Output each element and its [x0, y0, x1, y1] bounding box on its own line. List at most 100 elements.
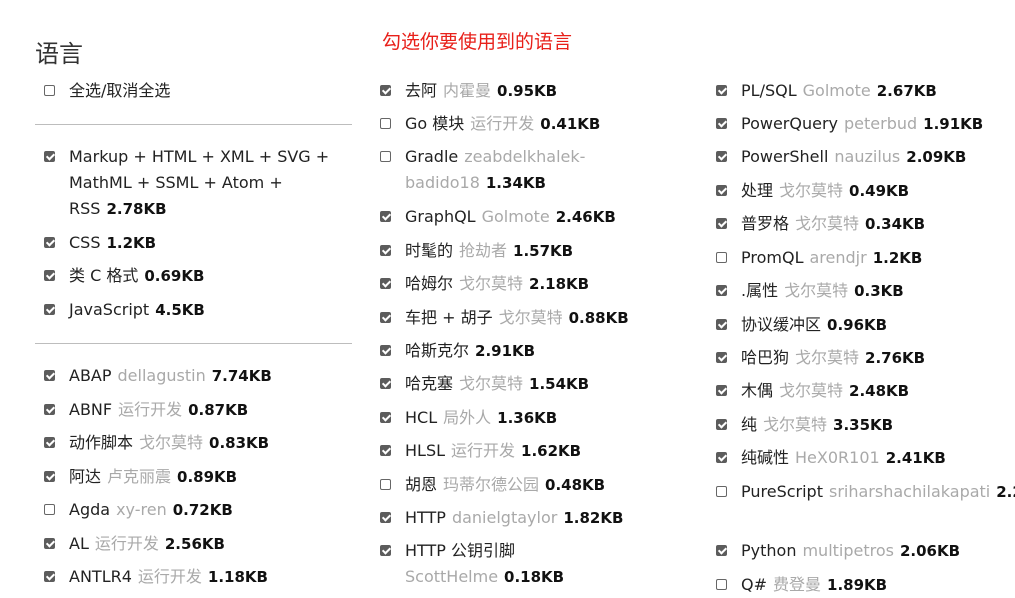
language-checkbox[interactable] [44, 237, 55, 248]
language-option[interactable]: 普罗格 戈尔莫特 0.34KB [716, 211, 925, 237]
language-option[interactable]: HTTP 公钥引脚 ScottHelme 0.18KB [380, 538, 580, 590]
select-all-row[interactable]: 全选/取消全选 [44, 78, 176, 104]
language-author: 戈尔莫特 [459, 274, 524, 293]
language-checkbox[interactable] [44, 370, 55, 381]
language-checkbox[interactable] [380, 118, 391, 129]
language-checkbox[interactable] [716, 151, 727, 162]
language-option[interactable]: 时髦的 抢劫者 1.57KB [380, 238, 573, 264]
language-option[interactable]: 处理 戈尔莫特 0.49KB [716, 178, 909, 204]
language-checkbox[interactable] [716, 385, 727, 396]
language-option[interactable]: 纯戈尔莫特 3.35KB [716, 412, 893, 438]
language-option[interactable]: Python multipetros 2.06KB [716, 538, 960, 564]
language-checkbox[interactable] [716, 218, 727, 229]
language-option[interactable]: .属性 戈尔莫特 0.3KB [716, 278, 904, 304]
language-checkbox[interactable] [716, 352, 727, 363]
language-option[interactable]: AL 运行开发 2.56KB [44, 531, 225, 557]
language-option[interactable]: PromQL arendjr 1.2KB [716, 245, 922, 271]
language-checkbox[interactable] [380, 312, 391, 323]
language-option[interactable]: 哈巴狗 戈尔莫特 2.76KB [716, 345, 925, 371]
select-all-checkbox[interactable] [44, 85, 55, 96]
language-option[interactable]: PL/SQL Golmote 2.67KB [716, 78, 937, 104]
language-option[interactable]: ABNF 运行开发 0.87KB [44, 397, 248, 423]
language-author: xy-ren [116, 500, 167, 519]
language-option[interactable]: 动作脚本 戈尔莫特 0.83KB [44, 430, 269, 456]
language-option[interactable]: CSS 1.2KB [44, 230, 156, 256]
language-option[interactable]: GraphQL Golmote 2.46KB [380, 204, 616, 230]
language-checkbox[interactable] [716, 185, 727, 196]
language-checkbox[interactable] [380, 345, 391, 356]
language-checkbox[interactable] [716, 579, 727, 590]
language-text: 时髦的 抢劫者 1.57KB [405, 238, 573, 264]
language-checkbox[interactable] [380, 545, 391, 556]
language-option[interactable]: HTTP danielgtaylor 1.82KB [380, 505, 623, 531]
language-name: 时髦的 [405, 241, 454, 260]
language-option[interactable]: PowerShell nauzilus 2.09KB [716, 144, 966, 170]
language-option[interactable]: 去阿 内霍曼 0.95KB [380, 78, 557, 104]
language-name: 纯 [741, 415, 758, 434]
language-name: 哈姆尔 [405, 274, 454, 293]
language-option[interactable]: 木偶 戈尔莫特 2.48KB [716, 378, 909, 404]
language-checkbox[interactable] [380, 245, 391, 256]
language-option[interactable]: PowerQuery peterbud 1.91KB [716, 111, 983, 137]
language-checkbox[interactable] [380, 479, 391, 490]
language-checkbox[interactable] [380, 151, 391, 162]
language-checkbox[interactable] [380, 412, 391, 423]
language-option[interactable]: 协议缓冲区 0.96KB [716, 312, 887, 338]
language-checkbox[interactable] [716, 85, 727, 96]
language-author: 运行开发 [94, 533, 159, 553]
language-checkbox[interactable] [380, 512, 391, 523]
language-text: 阿达 卢克丽震 0.89KB [69, 464, 237, 490]
language-checkbox[interactable] [716, 452, 727, 463]
language-checkbox[interactable] [44, 437, 55, 448]
language-checkbox[interactable] [380, 211, 391, 222]
language-name: GraphQL [405, 207, 476, 226]
language-option[interactable]: 胡恩 玛蒂尔德公园 0.48KB [380, 472, 605, 498]
language-checkbox[interactable] [716, 319, 727, 330]
language-option[interactable]: 车把 + 胡子 戈尔莫特 0.88KB [380, 305, 629, 331]
language-option[interactable]: Agda xy-ren 0.72KB [44, 497, 233, 523]
language-option[interactable]: HLSL 运行开发 1.62KB [380, 438, 581, 464]
language-checkbox[interactable] [716, 486, 727, 497]
language-name: HLSL [405, 441, 446, 460]
language-option[interactable]: HCL 局外人 1.36KB [380, 405, 557, 431]
language-checkbox[interactable] [44, 151, 55, 162]
language-option[interactable]: 类 C 格式 0.69KB [44, 263, 204, 289]
language-checkbox[interactable] [716, 285, 727, 296]
language-option[interactable]: 哈姆尔 戈尔莫特 2.18KB [380, 271, 589, 297]
language-checkbox[interactable] [44, 304, 55, 315]
language-checkbox[interactable] [44, 571, 55, 582]
language-checkbox[interactable] [380, 85, 391, 96]
language-option[interactable]: ANTLR4 运行开发 1.18KB [44, 564, 268, 590]
language-size: 4.5KB [155, 301, 205, 319]
language-option[interactable]: 阿达 卢克丽震 0.89KB [44, 464, 237, 490]
language-checkbox[interactable] [380, 278, 391, 289]
language-option[interactable]: Gradle zeabdelkhalek-badido18 1.34KB [380, 144, 600, 196]
language-size: 0.3KB [854, 282, 904, 300]
language-checkbox[interactable] [44, 403, 55, 415]
language-text: 车把 + 胡子 戈尔莫特 0.88KB [405, 305, 629, 331]
language-option[interactable]: ABAP dellagustin 7.74KB [44, 363, 272, 389]
language-option[interactable]: 哈斯克尔 2.91KB [380, 338, 535, 364]
language-name: PowerQuery [741, 114, 838, 133]
language-checkbox[interactable] [44, 270, 55, 281]
language-checkbox[interactable] [44, 504, 55, 515]
language-checkbox[interactable] [716, 118, 727, 129]
language-option[interactable]: JavaScript 4.5KB [44, 297, 205, 323]
language-checkbox[interactable] [716, 252, 727, 263]
language-option[interactable]: Markup + HTML + XML + SVG + MathML + SSM… [44, 144, 334, 222]
language-text: PromQL arendjr 1.2KB [741, 245, 922, 271]
language-option[interactable]: 哈克塞 戈尔莫特 1.54KB [380, 371, 589, 397]
language-checkbox[interactable] [716, 419, 727, 430]
language-name: ABAP [69, 366, 112, 385]
language-size: 1.62KB [521, 442, 582, 460]
language-option[interactable]: PureScript sriharshachilakapati 2.25KB [716, 479, 1015, 505]
language-text: Python multipetros 2.06KB [741, 538, 960, 564]
language-option[interactable]: Go 模块 运行开发 0.41KB [380, 111, 600, 137]
language-checkbox[interactable] [44, 537, 55, 549]
language-option[interactable]: 纯碱性 HeX0R101 2.41KB [716, 445, 946, 471]
language-option[interactable]: Q# 费登曼 1.89KB [716, 572, 887, 598]
language-checkbox[interactable] [716, 545, 727, 556]
language-checkbox[interactable] [380, 445, 391, 456]
language-checkbox[interactable] [44, 470, 55, 482]
language-checkbox[interactable] [380, 378, 391, 389]
